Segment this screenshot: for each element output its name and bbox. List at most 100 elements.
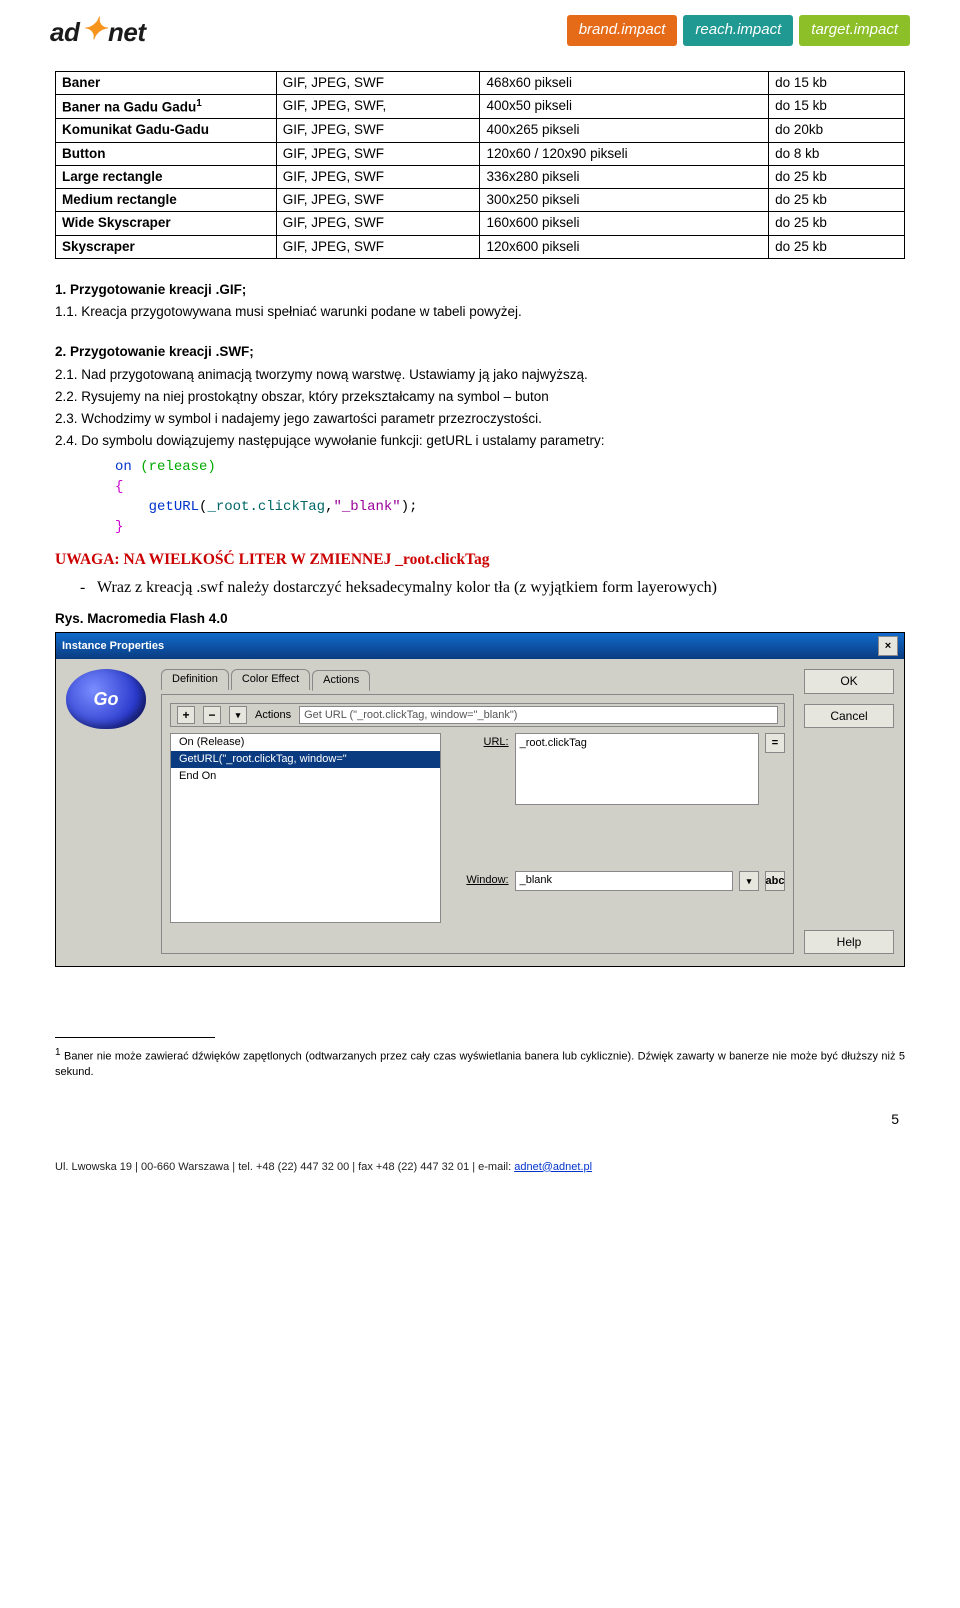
format-spec-table: BanerGIF, JPEG, SWF468x60 pikselido 15 k… bbox=[55, 71, 905, 259]
flash-title-text: Instance Properties bbox=[62, 639, 164, 654]
flash-dialog-window: Instance Properties × Go Definition Colo… bbox=[55, 632, 905, 967]
code-arg-var: _root.clickTag bbox=[207, 499, 325, 515]
actions-toolbar: + − ▾ Actions Get URL ("_root.clickTag, … bbox=[170, 703, 785, 727]
format-maxsize: do 25 kb bbox=[769, 235, 905, 258]
format-name: Komunikat Gadu-Gadu bbox=[56, 119, 277, 142]
close-icon[interactable]: × bbox=[878, 636, 898, 656]
footer-email-link[interactable]: adnet@adnet.pl bbox=[514, 1161, 592, 1173]
tab-color-effect[interactable]: Color Effect bbox=[231, 669, 310, 690]
instructions-block: 1. Przygotowanie kreacji .GIF; 1.1. Krea… bbox=[55, 281, 905, 629]
format-name: Wide Skyscraper bbox=[56, 212, 277, 235]
adnet-logo: ad ✦ net bbox=[50, 10, 145, 51]
window-dropdown-icon[interactable]: ▾ bbox=[739, 871, 759, 891]
format-types: GIF, JPEG, SWF bbox=[276, 235, 480, 258]
list-item[interactable]: On (Release) bbox=[171, 734, 440, 751]
table-row: Wide SkyscraperGIF, JPEG, SWF160x600 pik… bbox=[56, 212, 905, 235]
logo-plus-icon: ✦ bbox=[81, 10, 106, 51]
code-fn: getURL bbox=[149, 499, 199, 515]
format-name: Baner na Gadu Gadu1 bbox=[56, 94, 277, 119]
code-kw-on: on bbox=[115, 459, 132, 475]
logo-right: net bbox=[108, 15, 146, 50]
format-dimensions: 400x265 pikseli bbox=[480, 119, 769, 142]
dialog-tabs: Definition Color Effect Actions bbox=[161, 669, 794, 690]
document-header: ad ✦ net brand.impact reach.impact targe… bbox=[0, 0, 960, 59]
window-input[interactable]: _blank bbox=[515, 871, 733, 891]
go-badge: Go bbox=[66, 669, 146, 729]
format-types: GIF, JPEG, SWF bbox=[276, 189, 480, 212]
format-types: GIF, JPEG, SWF bbox=[276, 119, 480, 142]
page-footer: Ul. Lwowska 19 | 00-660 Warszawa | tel. … bbox=[0, 1154, 960, 1189]
format-name: Baner bbox=[56, 71, 277, 94]
dialog-button-column: OK Cancel Help bbox=[804, 669, 894, 954]
step-2-2: 2.2. Rysujemy na niej prostokątny obszar… bbox=[55, 388, 905, 406]
footer-address: Ul. Lwowska 19 | 00-660 Warszawa | tel. … bbox=[55, 1161, 514, 1173]
footnote-text: Baner nie może zawierać dźwięków zapętlo… bbox=[55, 1051, 905, 1078]
step-1-heading: 1. Przygotowanie kreacji .GIF; bbox=[55, 281, 905, 299]
step-2-1: 2.1. Nad przygotowaną animacją tworzymy … bbox=[55, 366, 905, 384]
format-maxsize: do 25 kb bbox=[769, 189, 905, 212]
table-row: Komunikat Gadu-GaduGIF, JPEG, SWF400x265… bbox=[56, 119, 905, 142]
code-brace-close: } bbox=[115, 519, 123, 535]
ok-button[interactable]: OK bbox=[804, 669, 894, 693]
tab-definition[interactable]: Definition bbox=[161, 669, 229, 690]
format-types: GIF, JPEG, SWF bbox=[276, 165, 480, 188]
code-release: (release) bbox=[140, 459, 216, 475]
url-field-label: URL: bbox=[451, 733, 509, 750]
page-number: 5 bbox=[55, 1110, 905, 1129]
footnote-rule bbox=[55, 1037, 215, 1038]
actions-toolbar-label: Actions bbox=[255, 708, 291, 723]
tab-actions[interactable]: Actions bbox=[312, 670, 370, 691]
pill-target: target.impact bbox=[799, 15, 910, 46]
table-row: Baner na Gadu Gadu1GIF, JPEG, SWF,400x50… bbox=[56, 94, 905, 119]
step-1-1: 1.1. Kreacja przygotowywana musi spełnia… bbox=[55, 303, 905, 321]
format-types: GIF, JPEG, SWF bbox=[276, 142, 480, 165]
format-name: Large rectangle bbox=[56, 165, 277, 188]
table-row: ButtonGIF, JPEG, SWF120x60 / 120x90 piks… bbox=[56, 142, 905, 165]
format-dimensions: 120x60 / 120x90 pikseli bbox=[480, 142, 769, 165]
table-row: BanerGIF, JPEG, SWF468x60 pikselido 15 k… bbox=[56, 71, 905, 94]
code-brace-open: { bbox=[115, 479, 123, 495]
figure-caption: Rys. Macromedia Flash 4.0 bbox=[55, 610, 905, 628]
swf-note: - Wraz z kreacją .swf należy dostarczyć … bbox=[80, 577, 905, 599]
table-row: Large rectangleGIF, JPEG, SWF336x280 pik… bbox=[56, 165, 905, 188]
format-maxsize: do 25 kb bbox=[769, 212, 905, 235]
format-maxsize: do 20kb bbox=[769, 119, 905, 142]
format-dimensions: 160x600 pikseli bbox=[480, 212, 769, 235]
dropdown-icon[interactable]: ▾ bbox=[229, 706, 247, 724]
note-text: Wraz z kreacją .swf należy dostarczyć he… bbox=[97, 579, 717, 596]
footnote-ref: 1 bbox=[196, 98, 202, 109]
list-item[interactable]: End On bbox=[171, 768, 440, 785]
format-dimensions: 400x50 pikseli bbox=[480, 94, 769, 119]
list-item-selected[interactable]: GetURL("_root.clickTag, window=" bbox=[171, 751, 440, 768]
step-2-3: 2.3. Wchodzimy w symbol i nadajemy jego … bbox=[55, 410, 905, 428]
format-maxsize: do 15 kb bbox=[769, 71, 905, 94]
format-maxsize: do 25 kb bbox=[769, 165, 905, 188]
format-name: Skyscraper bbox=[56, 235, 277, 258]
instance-preview: Go bbox=[66, 669, 151, 954]
format-name: Button bbox=[56, 142, 277, 165]
cancel-button[interactable]: Cancel bbox=[804, 704, 894, 728]
pill-brand: brand.impact bbox=[567, 15, 678, 46]
format-types: GIF, JPEG, SWF bbox=[276, 71, 480, 94]
format-dimensions: 468x60 pikseli bbox=[480, 71, 769, 94]
abc-button[interactable]: abc bbox=[765, 871, 785, 891]
format-name: Medium rectangle bbox=[56, 189, 277, 212]
help-button[interactable]: Help bbox=[804, 930, 894, 954]
code-arg-str: "_blank" bbox=[333, 499, 400, 515]
action-script-list[interactable]: On (Release) GetURL("_root.clickTag, win… bbox=[170, 733, 441, 923]
url-input[interactable]: _root.clickTag bbox=[515, 733, 759, 805]
format-maxsize: do 8 kb bbox=[769, 142, 905, 165]
window-field-label: Window: bbox=[451, 871, 509, 888]
action-summary-combo[interactable]: Get URL ("_root.clickTag, window="_blank… bbox=[299, 706, 778, 724]
format-maxsize: do 15 kb bbox=[769, 94, 905, 119]
url-expression-button[interactable]: = bbox=[765, 733, 785, 753]
format-dimensions: 336x280 pikseli bbox=[480, 165, 769, 188]
remove-action-button[interactable]: − bbox=[203, 706, 221, 724]
footnote-number: 1 bbox=[55, 1047, 61, 1058]
add-action-button[interactable]: + bbox=[177, 706, 195, 724]
actionscript-code-block: on (release) { getURL(_root.clickTag,"_b… bbox=[115, 457, 905, 538]
table-row: Medium rectangleGIF, JPEG, SWF300x250 pi… bbox=[56, 189, 905, 212]
tab-panel-actions: + − ▾ Actions Get URL ("_root.clickTag, … bbox=[161, 694, 794, 954]
flash-titlebar: Instance Properties × bbox=[56, 633, 904, 659]
format-types: GIF, JPEG, SWF bbox=[276, 212, 480, 235]
